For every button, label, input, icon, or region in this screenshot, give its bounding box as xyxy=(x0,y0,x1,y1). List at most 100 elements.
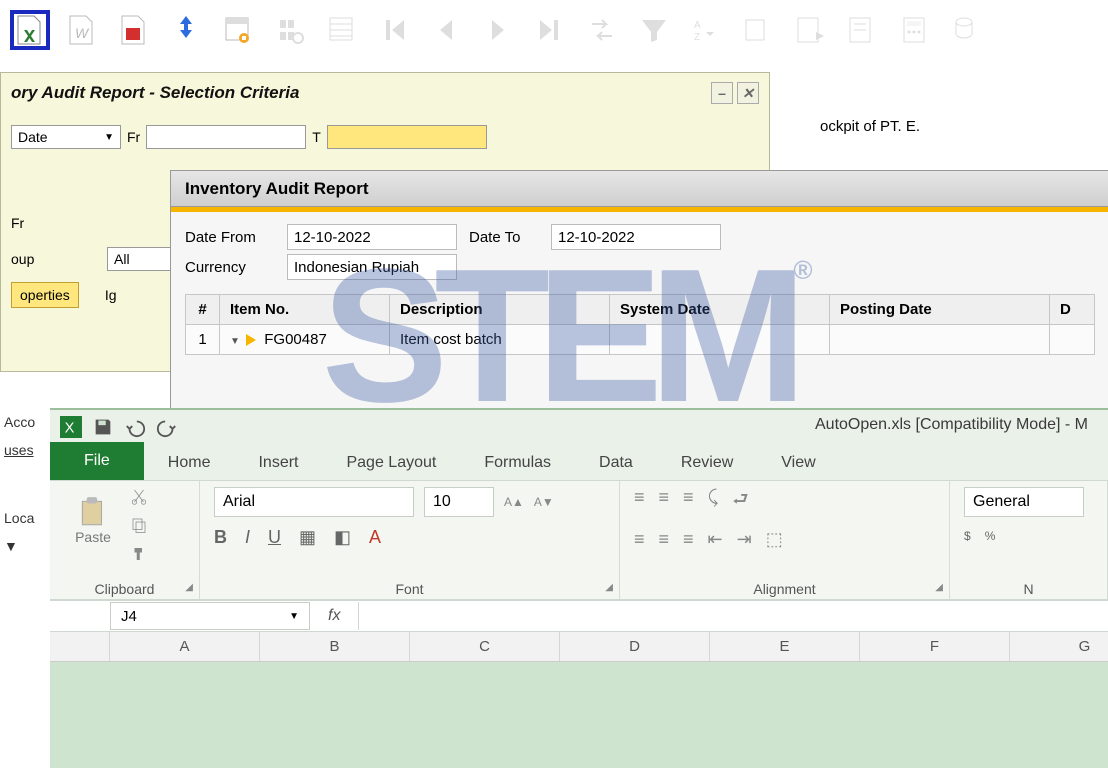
align-top-icon[interactable]: ≡ xyxy=(634,487,645,517)
col-desc[interactable]: Description xyxy=(390,295,610,325)
col-g[interactable]: G xyxy=(1010,632,1108,661)
cell-item: ▼ FG00487 xyxy=(220,325,390,355)
grid-row[interactable]: 1 ▼ FG00487 Item cost batch xyxy=(186,325,1095,355)
font-color-button[interactable]: A xyxy=(369,527,381,548)
drill-down-icon[interactable] xyxy=(246,334,256,346)
font-size-dropdown[interactable]: 10 xyxy=(424,487,494,517)
excel-app-icon: X xyxy=(60,416,82,438)
fx-icon[interactable]: fx xyxy=(328,607,340,625)
date-to-label: Date To xyxy=(469,229,549,246)
close-button[interactable]: ✕ xyxy=(737,82,759,104)
name-box[interactable]: J4 ▼ xyxy=(110,602,310,630)
copy-icon[interactable] xyxy=(130,516,148,537)
redo-icon[interactable] xyxy=(156,416,178,438)
currency-button[interactable]: $ xyxy=(964,529,971,543)
layout-designer-icon[interactable] xyxy=(166,10,206,50)
align-middle-icon[interactable]: ≡ xyxy=(659,487,670,517)
clipboard-label: Clipboard xyxy=(64,577,185,597)
tab-review[interactable]: Review xyxy=(657,446,757,480)
paste-button[interactable]: Paste xyxy=(64,487,122,553)
number-format-dropdown[interactable]: General xyxy=(964,487,1084,517)
currency-value[interactable]: Indonesian Rupiah xyxy=(287,254,457,280)
format-painter-icon[interactable] xyxy=(130,545,148,566)
align-left-icon[interactable]: ≡ xyxy=(634,529,645,550)
indent-inc-icon[interactable]: ⇥ xyxy=(737,529,752,550)
chevron-down-icon: ▼ xyxy=(289,611,299,622)
bold-button[interactable]: B xyxy=(214,527,227,548)
formula-bar-row: J4 ▼ fx xyxy=(50,600,1108,632)
save-icon[interactable] xyxy=(92,416,114,438)
tab-file[interactable]: File xyxy=(50,442,144,480)
col-sys[interactable]: System Date xyxy=(610,295,830,325)
loca-label: Loca xyxy=(0,504,50,532)
alignment-dialog-icon[interactable]: ◢ xyxy=(935,582,943,593)
align-bottom-icon[interactable]: ≡ xyxy=(683,487,694,517)
font-dialog-icon[interactable]: ◢ xyxy=(605,582,613,593)
select-all-corner[interactable] xyxy=(50,632,110,661)
col-c[interactable]: C xyxy=(410,632,560,661)
tab-view[interactable]: View xyxy=(757,446,839,480)
tab-formulas[interactable]: Formulas xyxy=(460,446,575,480)
ribbon-tabs: File Home Insert Page Layout Formulas Da… xyxy=(50,444,1108,480)
shrink-font-icon[interactable]: A▼ xyxy=(534,495,554,509)
align-center-icon[interactable]: ≡ xyxy=(659,529,670,550)
sort-icon: AZ xyxy=(686,10,726,50)
find-icon xyxy=(270,10,310,50)
next-record-icon xyxy=(478,10,518,50)
col-post[interactable]: Posting Date xyxy=(830,295,1050,325)
tab-insert[interactable]: Insert xyxy=(234,446,322,480)
col-e[interactable]: E xyxy=(710,632,860,661)
col-last[interactable]: D xyxy=(1050,295,1095,325)
tab-page-layout[interactable]: Page Layout xyxy=(322,446,460,480)
chevron-down-icon[interactable]: ▼ xyxy=(230,336,240,347)
export-pdf-icon[interactable] xyxy=(114,10,154,50)
svg-text:X: X xyxy=(65,421,75,437)
underline-button[interactable]: U xyxy=(268,527,281,548)
col-item[interactable]: Item No. xyxy=(220,295,390,325)
column-headers: A B C D E F G H xyxy=(50,632,1108,662)
grow-font-icon[interactable]: A▲ xyxy=(504,495,524,509)
sap-toolbar: W AZ xyxy=(0,0,1108,60)
refresh-icon xyxy=(582,10,622,50)
formula-bar[interactable] xyxy=(358,602,1108,630)
col-a[interactable]: A xyxy=(110,632,260,661)
col-num[interactable]: # xyxy=(186,295,220,325)
align-right-icon[interactable]: ≡ xyxy=(683,529,694,550)
orientation-icon[interactable]: ⤹ xyxy=(708,487,719,517)
form-settings-icon[interactable] xyxy=(218,10,258,50)
col-f[interactable]: F xyxy=(860,632,1010,661)
selection-window-titlebar: ory Audit Report - Selection Criteria – … xyxy=(1,73,769,113)
percent-button[interactable]: % xyxy=(985,529,996,543)
minimize-button[interactable]: – xyxy=(711,82,733,104)
fill-color-button[interactable]: ◧ xyxy=(334,527,351,548)
cut-icon[interactable] xyxy=(130,487,148,508)
cell-num: 1 xyxy=(186,325,220,355)
date-to-value[interactable]: 12-10-2022 xyxy=(551,224,721,250)
export-excel-icon[interactable] xyxy=(10,10,50,50)
svg-text:W: W xyxy=(75,25,90,41)
clipboard-dialog-icon[interactable]: ◢ xyxy=(185,582,193,593)
date-to-input[interactable] xyxy=(327,125,487,149)
acc-label: Acco xyxy=(0,408,50,436)
date-from-label: Date From xyxy=(185,229,285,246)
properties-button[interactable]: operties xyxy=(11,282,79,308)
tab-home[interactable]: Home xyxy=(144,446,235,480)
uses-link[interactable]: uses xyxy=(0,436,50,464)
undo-icon[interactable] xyxy=(124,416,146,438)
wrap-text-icon[interactable]: ⮐ xyxy=(732,487,748,517)
report-title: Inventory Audit Report xyxy=(185,179,369,199)
merge-button[interactable]: ⬚ xyxy=(766,529,783,550)
calc-icon xyxy=(894,10,934,50)
border-button[interactable]: ▦ xyxy=(299,527,316,548)
col-d[interactable]: D xyxy=(560,632,710,661)
date-from-input[interactable] xyxy=(146,125,306,149)
date-from-value[interactable]: 12-10-2022 xyxy=(287,224,457,250)
tab-data[interactable]: Data xyxy=(575,446,657,480)
col-b[interactable]: B xyxy=(260,632,410,661)
font-name-dropdown[interactable]: Arial xyxy=(214,487,414,517)
indent-dec-icon[interactable]: ⇤ xyxy=(708,529,723,550)
italic-button[interactable]: I xyxy=(245,527,250,548)
left-dropdown[interactable]: ▼ xyxy=(0,532,50,560)
export-word-icon[interactable]: W xyxy=(62,10,102,50)
date-type-dropdown[interactable]: Date▼ xyxy=(11,125,121,149)
